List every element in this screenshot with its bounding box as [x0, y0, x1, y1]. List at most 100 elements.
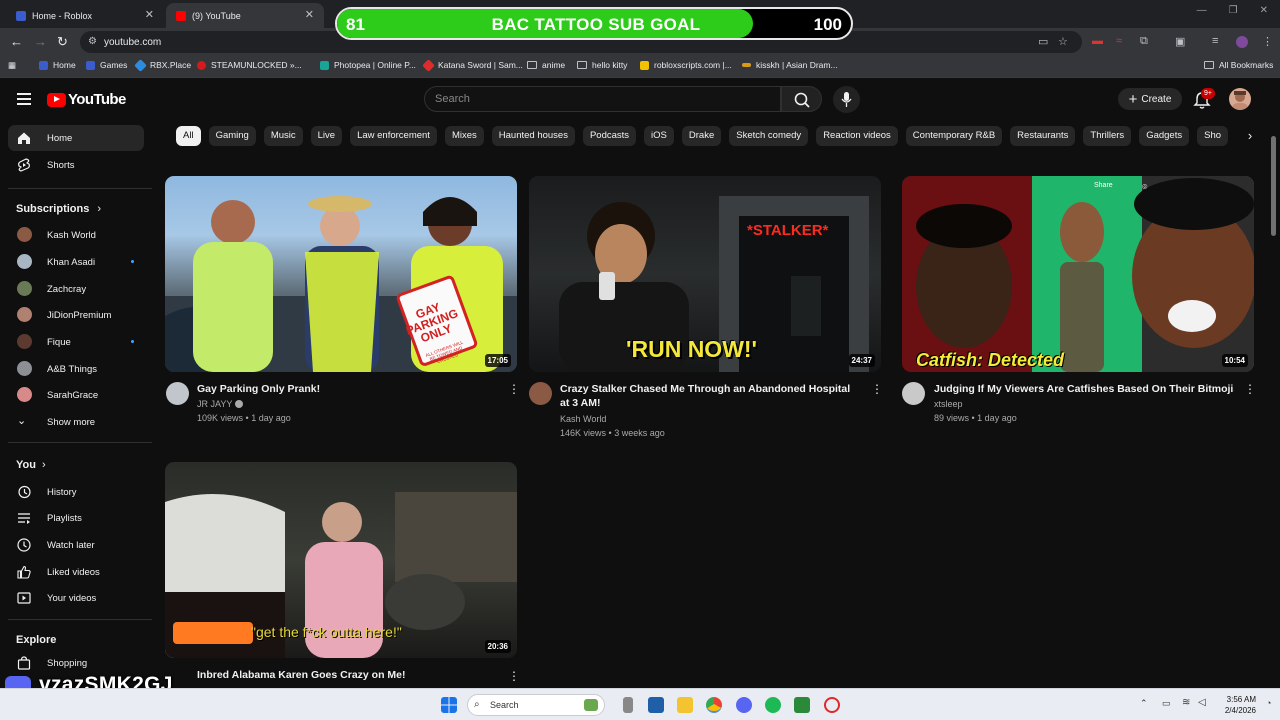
tray-chevron-icon[interactable]: ⌃ [1140, 698, 1148, 709]
chip-restaurants[interactable]: Restaurants [1010, 126, 1076, 146]
chip-shows[interactable]: Sho [1197, 126, 1229, 146]
discord-taskbar-icon[interactable] [736, 697, 752, 713]
chip-ios[interactable]: iOS [644, 126, 674, 146]
bookmark-photopea[interactable]: Photopea | Online P... [320, 60, 416, 70]
bookmark-steamunlocked[interactable]: STEAMUNLOCKED »... [197, 60, 302, 70]
more-actions-icon[interactable]: ⋮ [508, 669, 520, 683]
sidebar-item-liked-videos[interactable]: Liked videos [8, 559, 144, 585]
video-channel[interactable]: xtsleep [934, 397, 963, 411]
maximize-icon[interactable]: ❐ [1229, 5, 1238, 16]
minimize-icon[interactable]: — [1197, 5, 1207, 16]
chip-all[interactable]: All [176, 126, 201, 146]
extensions-puzzle-icon[interactable]: ⧉ [1140, 35, 1148, 48]
sidebar-item-your-videos[interactable]: Your videos [8, 585, 144, 611]
sidebar-item-home[interactable]: Home [8, 125, 144, 151]
video-thumbnail[interactable]: GAY PARKING ONLY ALL OTHERS WILL BE TOWE… [165, 176, 517, 372]
sidebar-item-history[interactable]: History [8, 479, 144, 505]
close-tab-icon[interactable]: ✕ [305, 8, 314, 21]
chips-next-chevron-icon[interactable]: › [1240, 126, 1260, 146]
opera-icon[interactable] [824, 697, 840, 713]
chip-live[interactable]: Live [310, 126, 343, 146]
chip-reaction-videos[interactable]: Reaction videos [816, 126, 898, 146]
channel-avatar[interactable] [902, 382, 925, 405]
wifi-icon[interactable]: ≋ [1182, 697, 1190, 708]
more-actions-icon[interactable]: ⋮ [1244, 382, 1256, 396]
video-title[interactable]: Inbred Alabama Karen Goes Crazy on Me! [197, 668, 497, 682]
sidebar-item-subscription[interactable]: Khan Asadi [8, 249, 144, 275]
youtube-logo[interactable]: YouTube [47, 91, 126, 108]
chip-thrillers[interactable]: Thrillers [1083, 126, 1132, 146]
sidebar-show-more[interactable]: ⌄ Show more [8, 409, 144, 435]
video-thumbnail[interactable]: "get the f*ck outta here!" 20:36 [165, 462, 517, 658]
chrome-icon[interactable] [706, 697, 722, 713]
video-thumbnail[interactable]: *STALKER* 'RUN NOW!' 24:37 [529, 176, 881, 372]
page-scrollbar[interactable] [1271, 136, 1276, 236]
taskbar-search-box[interactable]: ⌕ Search [467, 694, 605, 716]
bookmark-folder-hello-kitty[interactable]: hello kitty [577, 60, 627, 70]
close-window-icon[interactable]: ✕ [1260, 5, 1268, 16]
chip-sketch-comedy[interactable]: Sketch comedy [729, 126, 809, 146]
bookmark-star-icon[interactable]: ☆ [1058, 35, 1068, 48]
notification-bell-icon[interactable]: ◔ [1266, 698, 1271, 708]
video-thumbnail[interactable]: Share ⌾ Catfish: Detected 10:54 [902, 176, 1254, 372]
all-bookmarks[interactable]: All Bookmarks [1204, 60, 1273, 70]
windows-start-icon[interactable] [441, 697, 457, 713]
bookmark-folder-anime[interactable]: anime [527, 60, 565, 70]
profile-avatar-icon[interactable] [1236, 36, 1248, 48]
chip-law-enforcement[interactable]: Law enforcement [350, 126, 437, 146]
tab-search-icon[interactable]: ≡ [1212, 35, 1218, 47]
subscriptions-heading[interactable]: Subscriptions › [16, 203, 101, 215]
video-title[interactable]: Judging If My Viewers Are Catfishes Base… [934, 382, 1234, 396]
create-button[interactable]: + Create [1118, 88, 1182, 110]
forward-icon[interactable]: → [34, 34, 47, 49]
video-title[interactable]: Gay Parking Only Prank! [197, 382, 497, 396]
sidepanel-icon[interactable]: ▣ [1175, 35, 1185, 48]
chip-gadgets[interactable]: Gadgets [1139, 126, 1190, 146]
bookmark-rbxplace[interactable]: RBX.Place [134, 58, 191, 72]
widget-app-icon[interactable] [648, 697, 664, 713]
browser-menu-icon[interactable]: ⋮ [1262, 35, 1273, 48]
site-info-icon[interactable]: ⚙ [88, 36, 97, 47]
sidebar-item-subscription[interactable]: JiDionPremium [8, 302, 144, 328]
bookmark-robloxscripts[interactable]: robloxscripts.com |... [640, 60, 732, 70]
chip-drake[interactable]: Drake [681, 126, 722, 146]
mouse-app-icon[interactable] [623, 697, 633, 713]
chip-podcasts[interactable]: Podcasts [582, 126, 637, 146]
sidebar-item-subscription[interactable]: A&B Things [8, 356, 144, 382]
search-button[interactable] [781, 86, 822, 112]
chip-contemporary-rnb[interactable]: Contemporary R&B [905, 126, 1003, 146]
tab-roblox[interactable]: Home - Roblox ✕ [6, 3, 164, 28]
video-title[interactable]: Crazy Stalker Chased Me Through an Aband… [560, 382, 860, 410]
account-avatar[interactable] [1229, 88, 1251, 110]
sidebar-item-shorts[interactable]: Shorts [8, 152, 144, 178]
voice-search-button[interactable] [833, 86, 860, 113]
sidebar-item-subscription[interactable]: Kash World [8, 222, 144, 248]
battery-icon[interactable]: ▭ [1162, 698, 1171, 709]
close-tab-icon[interactable]: ✕ [145, 8, 154, 21]
you-heading[interactable]: You › [16, 459, 46, 471]
reload-icon[interactable]: ↻ [57, 34, 68, 50]
back-icon[interactable]: ← [10, 34, 23, 49]
sidebar-item-subscription[interactable]: Zachcray [8, 276, 144, 302]
channel-avatar[interactable] [166, 382, 189, 405]
volume-icon[interactable]: ◁ [1198, 697, 1206, 708]
more-actions-icon[interactable]: ⋮ [508, 382, 520, 396]
search-input[interactable] [425, 87, 780, 111]
menu-hamburger-icon[interactable] [17, 93, 31, 105]
install-app-icon[interactable]: ▭ [1038, 35, 1048, 48]
chip-gaming[interactable]: Gaming [208, 126, 256, 146]
tab-youtube[interactable]: (9) YouTube ✕ [166, 3, 324, 28]
video-channel[interactable]: JR JAYY [197, 397, 244, 411]
chip-haunted-houses[interactable]: Haunted houses [491, 126, 575, 146]
apps-grid-icon[interactable]: ▦ [8, 60, 16, 71]
extension-icon[interactable]: ▬ [1092, 35, 1103, 47]
video-channel[interactable]: Kash World [560, 412, 606, 426]
bookmark-katana[interactable]: Katana Sword | Sam... [422, 58, 523, 72]
bookmark-home[interactable]: Home [39, 60, 76, 70]
file-explorer-icon[interactable] [677, 697, 693, 713]
sidebar-item-subscription[interactable]: SarahGrace [8, 382, 144, 408]
bookmark-games[interactable]: Games [86, 60, 127, 70]
more-actions-icon[interactable]: ⋮ [871, 382, 883, 396]
sidebar-item-subscription[interactable]: Fique [8, 329, 144, 355]
chip-music[interactable]: Music [263, 126, 303, 146]
